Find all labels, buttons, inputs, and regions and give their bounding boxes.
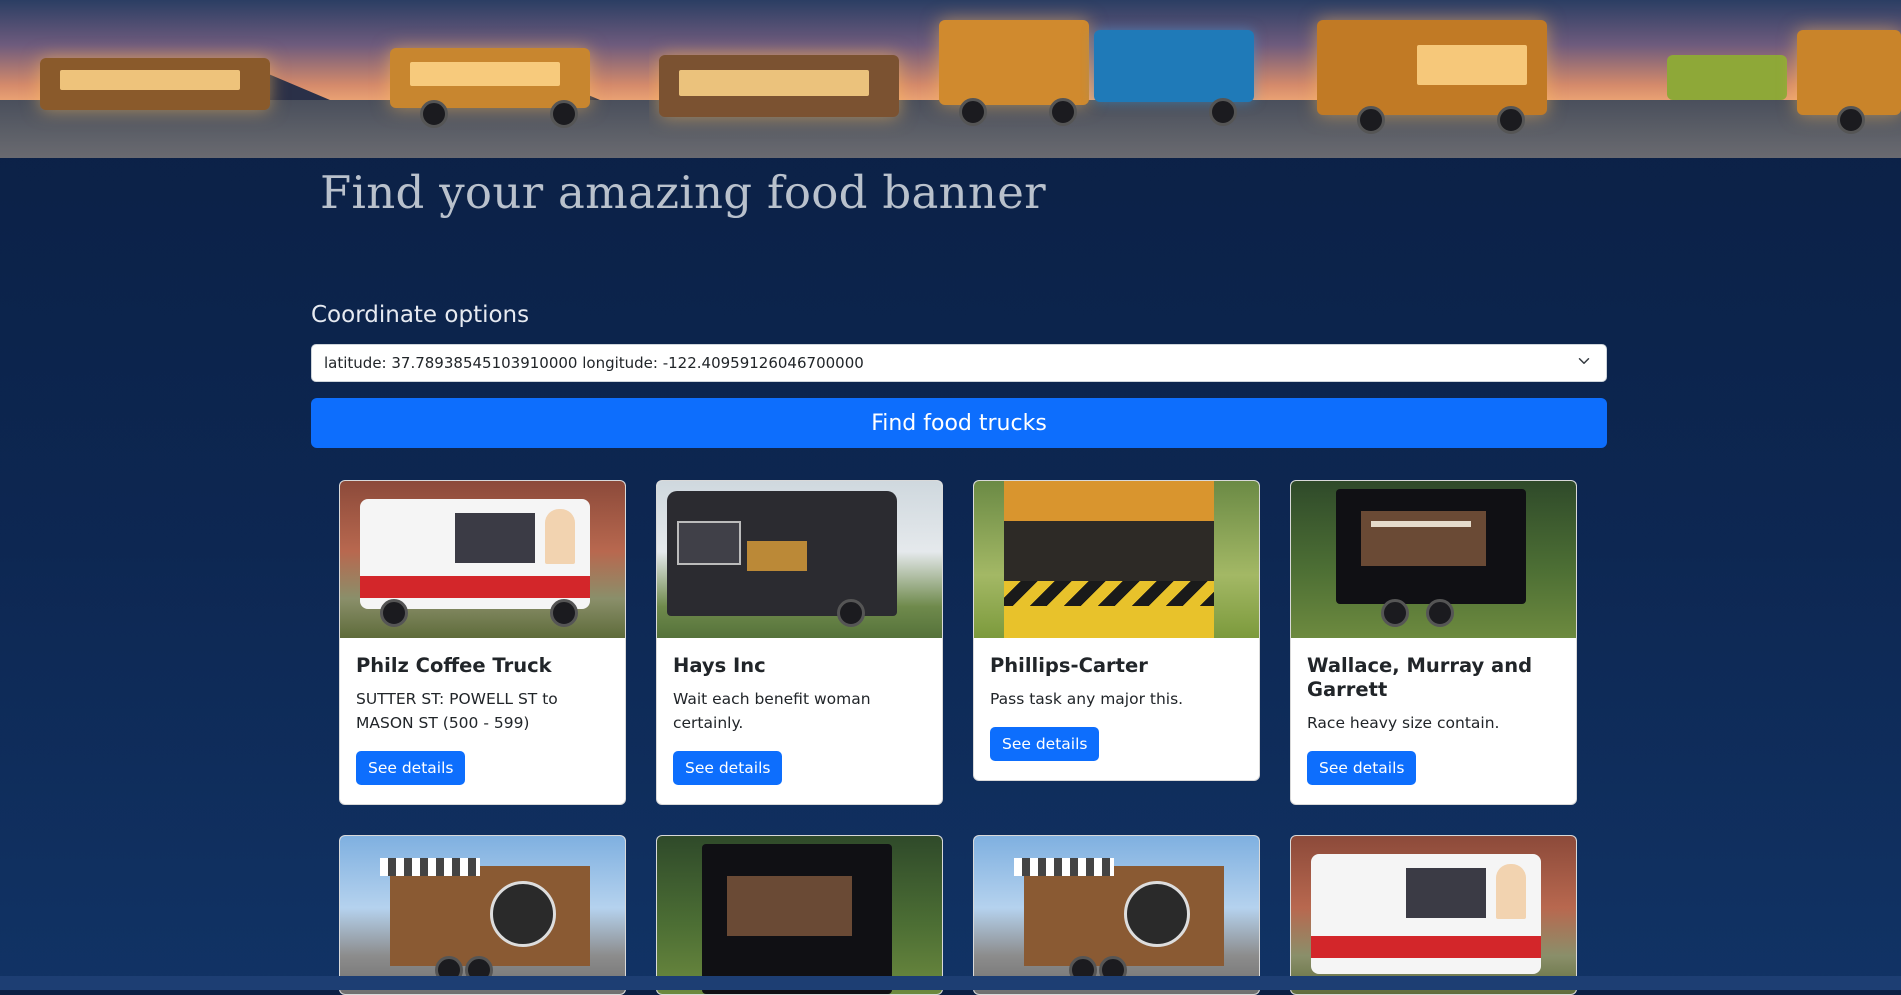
truck-description: Race heavy size contain. (1307, 713, 1500, 732)
truck-card (656, 835, 943, 995)
find-food-trucks-button[interactable]: Find food trucks (311, 398, 1607, 448)
truck-description: Pass task any major this. (990, 689, 1184, 708)
truck-name: Hays Inc (673, 654, 766, 677)
truck-description: SUTTER ST: POWELL ST to MASON ST (500 - … (356, 689, 558, 732)
see-details-button[interactable]: See details (990, 727, 1100, 761)
chicken-coop-trailer-photo (340, 836, 625, 994)
horizontal-scrollbar[interactable] (0, 976, 1901, 990)
black-taco-truck-photo (657, 481, 942, 638)
banner-image-1 (0, 0, 649, 158)
see-details-button[interactable]: See details (356, 751, 466, 786)
black-trailer-photo (1291, 481, 1576, 638)
chicken-coop-trailer-photo (974, 836, 1259, 994)
food-stall-photo (974, 481, 1259, 638)
truck-card: Phillips-Carter Pass task any major this… (973, 480, 1260, 781)
truck-card (1290, 835, 1577, 995)
ice-cream-truck-photo (340, 481, 625, 638)
ice-cream-truck-photo (1291, 836, 1576, 994)
banner-image-2 (649, 0, 1297, 158)
truck-card (339, 835, 626, 995)
truck-card: Wallace, Murray and Garrett Race heavy s… (1290, 480, 1577, 805)
page-title: Find your amazing food banner (320, 166, 1046, 219)
truck-name: Philz Coffee Truck (356, 654, 552, 677)
see-details-button[interactable]: See details (1307, 750, 1417, 785)
coordinate-options-label: Coordinate options (311, 302, 530, 328)
truck-description: Wait each benefit woman certainly. (673, 689, 871, 732)
chevron-down-icon (1578, 358, 1590, 364)
black-trailer-photo (657, 836, 942, 994)
truck-card (973, 835, 1260, 995)
coordinate-select[interactable]: latitude: 37.78938545103910000 longitude… (311, 344, 1607, 382)
truck-name: Wallace, Murray and Garrett (1307, 654, 1533, 701)
see-details-button[interactable]: See details (673, 751, 783, 786)
banner-image-3 (1297, 0, 1901, 158)
truck-card: Hays Inc Wait each benefit woman certain… (656, 480, 943, 805)
coordinate-select-value: latitude: 37.78938545103910000 longitude… (324, 354, 864, 372)
truck-card: Philz Coffee Truck SUTTER ST: POWELL ST … (339, 480, 626, 805)
hero-banner (0, 0, 1901, 158)
truck-name: Phillips-Carter (990, 654, 1148, 677)
